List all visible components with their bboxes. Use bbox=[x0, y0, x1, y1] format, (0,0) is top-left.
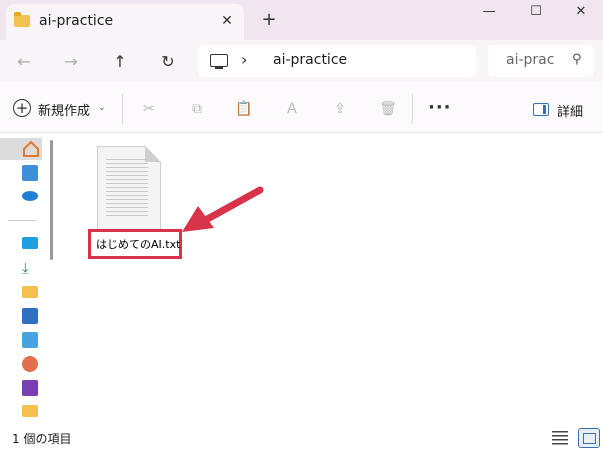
toolbar-divider bbox=[122, 94, 123, 124]
new-plus-icon[interactable]: + bbox=[13, 99, 31, 117]
folder-icon bbox=[14, 12, 30, 27]
sidebar-scrollbar[interactable] bbox=[50, 140, 53, 260]
onedrive-icon[interactable] bbox=[21, 189, 39, 201]
breadcrumb-chevron-icon[interactable]: › bbox=[241, 50, 247, 69]
desktop-icon[interactable] bbox=[22, 237, 38, 249]
maximize-button[interactable]: ☐ bbox=[513, 0, 559, 24]
back-button[interactable]: ← bbox=[10, 50, 38, 74]
file-name-rename-box[interactable]: はじめてのAI.txt bbox=[88, 229, 182, 259]
minimize-button[interactable]: — bbox=[466, 0, 512, 24]
pictures-icon[interactable] bbox=[22, 332, 38, 348]
item-count: 1 個の項目 bbox=[12, 432, 72, 446]
sidebar-divider bbox=[8, 220, 36, 221]
refresh-button[interactable]: ↻ bbox=[154, 50, 182, 74]
documents-icon[interactable] bbox=[22, 308, 38, 324]
details-view-icon[interactable] bbox=[552, 431, 568, 445]
new-tab-button[interactable]: + bbox=[258, 9, 280, 31]
cut-icon[interactable]: ✂ bbox=[138, 98, 160, 120]
forward-button[interactable]: → bbox=[57, 50, 85, 74]
close-button[interactable]: ✕ bbox=[558, 0, 603, 24]
downloads-icon[interactable]: ⤓ bbox=[22, 259, 29, 277]
status-bar bbox=[0, 425, 603, 454]
music-icon[interactable] bbox=[22, 356, 38, 372]
paste-icon[interactable]: 📋 bbox=[233, 98, 255, 120]
tab-close-icon[interactable]: ✕ bbox=[216, 10, 238, 32]
address-bar[interactable]: › ai-practice bbox=[198, 45, 476, 77]
copy-icon[interactable]: ⧉ bbox=[186, 98, 208, 120]
annotation-arrow-icon bbox=[182, 186, 264, 232]
tab-ai-practice[interactable]: ai-practice ✕ bbox=[6, 4, 244, 40]
breadcrumb-ai-practice[interactable]: ai-practice bbox=[273, 52, 347, 68]
delete-icon[interactable]: 🗑 bbox=[377, 98, 399, 120]
folder-icon[interactable] bbox=[22, 405, 38, 417]
share-icon[interactable]: ⇪ bbox=[329, 98, 351, 120]
details-pane-icon[interactable] bbox=[533, 103, 549, 116]
videos-icon[interactable] bbox=[22, 380, 38, 396]
search-icon: ⚲ bbox=[572, 52, 582, 67]
new-button[interactable]: 新規作成 bbox=[38, 100, 90, 119]
up-button[interactable]: ↑ bbox=[106, 50, 134, 74]
text-file-icon[interactable] bbox=[97, 146, 161, 230]
rename-icon[interactable]: Ａ bbox=[281, 98, 303, 120]
file-name-input[interactable]: はじめてのAI.txt bbox=[96, 236, 180, 252]
gallery-icon[interactable] bbox=[22, 165, 38, 181]
details-button[interactable]: 詳細 bbox=[557, 101, 583, 120]
folder-icon[interactable] bbox=[22, 286, 38, 298]
home-icon[interactable] bbox=[22, 140, 40, 158]
chevron-down-icon[interactable]: ⌄ bbox=[98, 103, 106, 113]
tab-title: ai-practice bbox=[39, 13, 114, 29]
text-lines bbox=[106, 159, 148, 217]
computer-icon bbox=[210, 54, 228, 69]
search-input[interactable]: ai-prac bbox=[506, 52, 554, 68]
large-icons-view-icon[interactable] bbox=[578, 428, 600, 448]
more-options-icon[interactable]: ··· bbox=[428, 97, 452, 118]
search-box[interactable]: ai-prac ⚲ bbox=[488, 45, 594, 77]
toolbar-divider bbox=[412, 94, 413, 124]
